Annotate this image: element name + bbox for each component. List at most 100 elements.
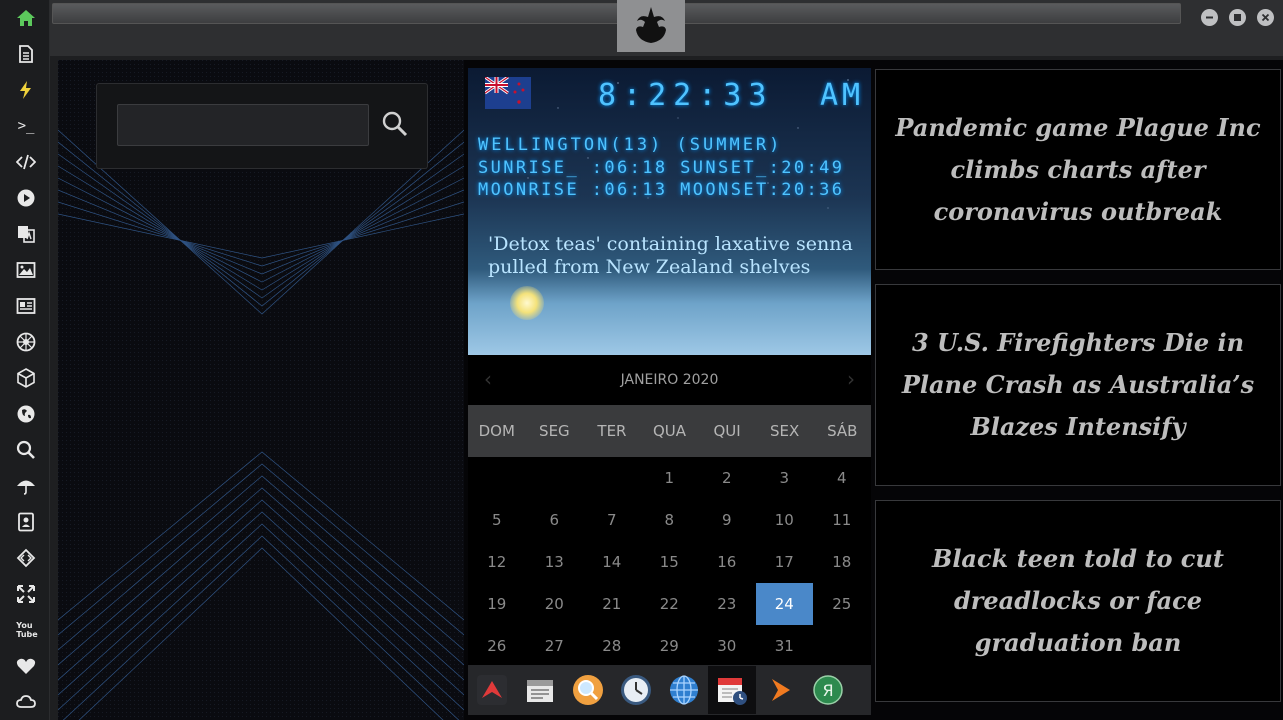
dock-globe-app[interactable]: [660, 666, 708, 714]
calendar-day[interactable]: 20: [526, 583, 584, 625]
calendar-day[interactable]: 14: [583, 541, 641, 583]
calendar-widget: JANEIRO 2020 ‹ › DOM SEG TER QUA QUI SEX…: [468, 355, 871, 665]
calendar-day[interactable]: 5: [468, 499, 526, 541]
calendar-day[interactable]: 19: [468, 583, 526, 625]
code-icon[interactable]: [14, 150, 38, 174]
calendar-day: [813, 625, 871, 667]
globe-app-icon: [670, 675, 698, 705]
umbrella-icon[interactable]: [14, 474, 38, 498]
image-icon[interactable]: [14, 258, 38, 282]
calendar-day[interactable]: 28: [583, 625, 641, 667]
calendar-day[interactable]: 29: [641, 625, 699, 667]
weekday-label: SEG: [539, 422, 570, 440]
cloud-icon[interactable]: [14, 690, 38, 714]
weekday-label: SÁB: [827, 422, 858, 440]
calendar-day[interactable]: 12: [468, 541, 526, 583]
rebel-alliance-icon: [636, 7, 666, 43]
cube-icon[interactable]: [14, 366, 38, 390]
calendar-day[interactable]: 13: [526, 541, 584, 583]
calendar-day-today[interactable]: 24: [755, 583, 813, 625]
expand-icon[interactable]: [14, 582, 38, 606]
play-icon[interactable]: [14, 186, 38, 210]
dock-yandex-app[interactable]: Я: [804, 666, 852, 714]
youtube-icon[interactable]: You Tube: [14, 618, 40, 642]
contacts-icon[interactable]: [14, 510, 38, 534]
calendar-grid: 1 2 3 4 5 6 7 8 9 10 11 12 13 14 15 16 17 18 19 20 21 22 23 24 2…: [468, 457, 871, 667]
calendar-week-row: 19 20 21 22 23 24 25: [468, 583, 871, 625]
yandex-app-icon: Я: [813, 675, 843, 705]
diamond-code-icon[interactable]: [14, 546, 38, 570]
calendar-day[interactable]: 18: [813, 541, 871, 583]
rebel-icon[interactable]: [14, 330, 38, 354]
emblem-tab[interactable]: [617, 0, 685, 52]
weekday-header: DOM SEG TER QUA QUI SEX SÁB: [468, 405, 871, 457]
search-widget: [96, 83, 428, 169]
svg-text:Я: Я: [822, 681, 833, 700]
calendar-day[interactable]: 31: [756, 625, 814, 667]
app-dock: Я: [468, 665, 871, 715]
news-headline: Black teen told to cut dreadlocks or fac…: [932, 544, 1224, 657]
next-month-icon[interactable]: ›: [847, 367, 855, 391]
calendar-day[interactable]: 1: [641, 457, 699, 499]
prev-month-icon[interactable]: ‹: [484, 367, 492, 391]
sun-glow: [510, 286, 544, 320]
newspaper-icon[interactable]: [14, 294, 38, 318]
dock-magnifier-app[interactable]: [564, 666, 612, 714]
search-input[interactable]: [117, 104, 369, 146]
calendar-day[interactable]: 26: [468, 625, 526, 667]
calendar-day[interactable]: 16: [698, 541, 756, 583]
calendar-day[interactable]: 3: [756, 457, 814, 499]
dock-clock-app[interactable]: [612, 666, 660, 714]
calendar-day[interactable]: 10: [756, 499, 814, 541]
calendar-day[interactable]: 6: [526, 499, 584, 541]
sun-times: SUNRISE_ :06:18 SUNSET_:20:49: [478, 158, 845, 178]
search-button[interactable]: [377, 106, 413, 142]
close-icon[interactable]: [1257, 9, 1274, 26]
clock-widget: 8:22:33 AM WELLINGTON(13) (SUMMER) SUNRI…: [468, 68, 871, 355]
calendar-day[interactable]: 4: [813, 457, 871, 499]
lightning-icon[interactable]: [14, 78, 38, 102]
heart-icon[interactable]: [14, 654, 38, 678]
calendar-day[interactable]: 23: [698, 583, 756, 625]
minimize-icon[interactable]: [1201, 9, 1218, 26]
news-card[interactable]: 3 U.S. Firefighters Die in Plane Crash a…: [875, 284, 1281, 486]
calendar-day[interactable]: 8: [641, 499, 699, 541]
globe-icon[interactable]: [14, 402, 38, 426]
calendar-day[interactable]: 21: [583, 583, 641, 625]
play-arrow-app-icon: [772, 679, 790, 701]
calendar-clock-app-icon: [718, 678, 747, 705]
calendar-day[interactable]: 22: [641, 583, 699, 625]
weather-headline[interactable]: 'Detox teas' containing laxative senna p…: [488, 233, 858, 279]
dock-arrow-app[interactable]: [468, 666, 516, 714]
calendar-day: [583, 457, 641, 499]
news-headline: Pandemic game Plague Inc climbs charts a…: [895, 112, 1261, 226]
calendar-day[interactable]: 15: [641, 541, 699, 583]
clock-app-icon: [621, 675, 651, 705]
document-icon[interactable]: [14, 42, 38, 66]
calendar-day[interactable]: 17: [756, 541, 814, 583]
clock-time: 8:22:33: [598, 78, 774, 113]
dock-calendar-doc-app[interactable]: [516, 666, 564, 714]
calendar-week-row: 26 27 28 29 30 31: [468, 625, 871, 667]
home-icon[interactable]: [14, 6, 38, 30]
news-card[interactable]: Pandemic game Plague Inc climbs charts a…: [875, 69, 1281, 270]
weekday-label: SEX: [770, 422, 800, 440]
translate-icon[interactable]: [14, 222, 38, 246]
dock-calendar-clock-app[interactable]: [708, 666, 756, 714]
calendar-day[interactable]: 2: [698, 457, 756, 499]
dock-play-app[interactable]: [756, 666, 804, 714]
calendar-day[interactable]: 7: [583, 499, 641, 541]
maximize-icon[interactable]: [1229, 9, 1246, 26]
weekday-label: DOM: [478, 422, 515, 440]
calendar-day[interactable]: 9: [698, 499, 756, 541]
terminal-icon[interactable]: >_: [14, 114, 38, 138]
news-card[interactable]: Black teen told to cut dreadlocks or fac…: [875, 500, 1281, 702]
calendar-day[interactable]: 11: [813, 499, 871, 541]
calendar-day[interactable]: 27: [526, 625, 584, 667]
sidebar: >_ You Tube: [0, 0, 50, 720]
search-icon[interactable]: [14, 438, 38, 462]
moon-times: MOONRISE :06:13 MOONSET:20:36: [478, 180, 845, 200]
clock-ampm: AM: [820, 78, 865, 113]
calendar-day[interactable]: 30: [698, 625, 756, 667]
calendar-day[interactable]: 25: [813, 583, 871, 625]
